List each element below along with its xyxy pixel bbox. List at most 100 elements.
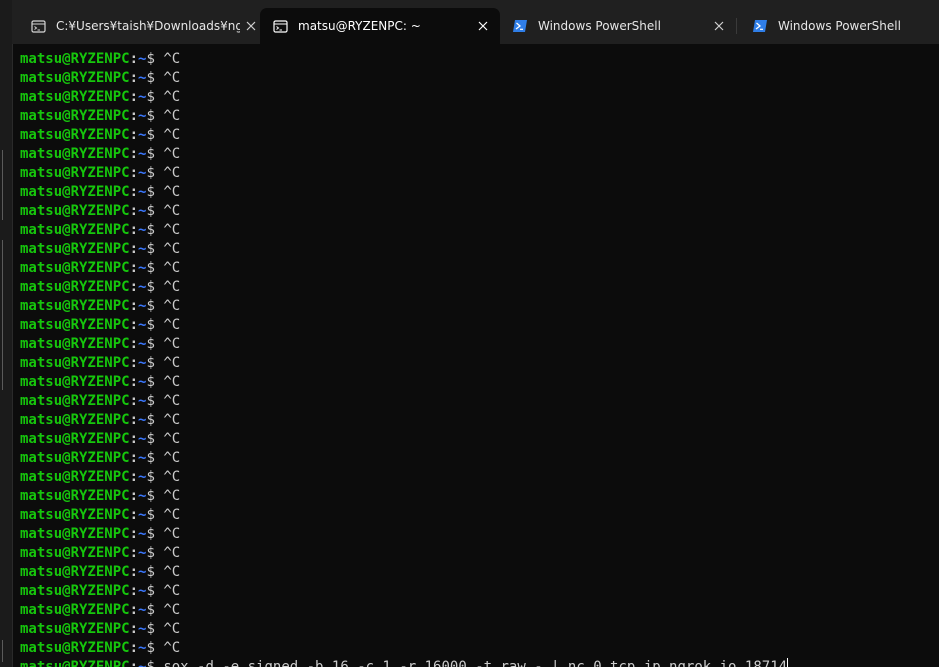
prompt-symbol: $: [146, 431, 155, 447]
prompt-user-host: matsu@RYZENPC: [20, 70, 130, 86]
prompt-symbol: $: [146, 165, 155, 181]
prompt-symbol: $: [146, 621, 155, 637]
terminal-line: matsu@RYZENPC:~$ sox -d -e signed -b 16 …: [20, 658, 935, 667]
prompt-user-host: matsu@RYZENPC: [20, 279, 130, 295]
prompt-symbol: $: [146, 374, 155, 390]
prompt-separator: :: [129, 469, 139, 485]
prompt-separator: :: [129, 317, 139, 333]
prompt-user-host: matsu@RYZENPC: [20, 507, 130, 523]
terminal-line: matsu@RYZENPC:~$ ^C: [20, 240, 935, 259]
terminal-line: matsu@RYZENPC:~$ ^C: [20, 506, 935, 525]
terminal-line: matsu@RYZENPC:~$ ^C: [20, 563, 935, 582]
prompt-separator: :: [129, 640, 139, 656]
prompt-symbol: $: [146, 469, 155, 485]
prompt-separator: :: [129, 564, 139, 580]
prompt-separator: :: [129, 336, 139, 352]
prompt-separator: :: [129, 127, 139, 143]
command-output: ^C: [163, 146, 181, 162]
close-icon[interactable]: [472, 15, 494, 37]
prompt-user-host: matsu@RYZENPC: [20, 89, 130, 105]
command-output: ^C: [163, 108, 181, 124]
prompt-separator: :: [129, 431, 139, 447]
terminal-line: matsu@RYZENPC:~$ ^C: [20, 69, 935, 88]
prompt-symbol: $: [146, 127, 155, 143]
prompt-symbol: $: [146, 450, 155, 466]
prompt-separator: :: [129, 51, 139, 67]
prompt-symbol: $: [146, 336, 155, 352]
terminal-line: matsu@RYZENPC:~$ ^C: [20, 164, 935, 183]
terminal-line: matsu@RYZENPC:~$ ^C: [20, 544, 935, 563]
prompt-user-host: matsu@RYZENPC: [20, 108, 130, 124]
terminal-line: matsu@RYZENPC:~$ ^C: [20, 278, 935, 297]
tab-wsl-ryzenpc[interactable]: matsu@RYZENPC: ~: [260, 8, 500, 44]
terminal-output[interactable]: matsu@RYZENPC:~$ ^C matsu@RYZENPC:~$ ^C ma…: [20, 50, 935, 667]
terminal-line: matsu@RYZENPC:~$ ^C: [20, 430, 935, 449]
prompt-separator: :: [129, 279, 139, 295]
prompt-user-host: matsu@RYZENPC: [20, 184, 130, 200]
command-output: ^C: [163, 317, 181, 333]
prompt-user-host: matsu@RYZENPC: [20, 450, 130, 466]
tab-powershell-1[interactable]: Windows PowerShell: [500, 8, 736, 44]
prompt-separator: :: [129, 583, 139, 599]
prompt-user-host: matsu@RYZENPC: [20, 640, 130, 656]
tab-ngrok-cmd[interactable]: C:¥Users¥taish¥Downloads¥ngrok: [18, 8, 268, 44]
prompt-user-host: matsu@RYZENPC: [20, 583, 130, 599]
prompt-separator: :: [129, 659, 139, 667]
prompt-user-host: matsu@RYZENPC: [20, 336, 130, 352]
command-output: ^C: [163, 412, 181, 428]
prompt-user-host: matsu@RYZENPC: [20, 526, 130, 542]
terminal-line: matsu@RYZENPC:~$ ^C: [20, 145, 935, 164]
prompt-separator: :: [129, 545, 139, 561]
command-output: ^C: [163, 89, 181, 105]
command-output: ^C: [163, 165, 181, 181]
command-output: ^C: [163, 336, 181, 352]
prompt-user-host: matsu@RYZENPC: [20, 488, 130, 504]
tab-separator: [736, 18, 737, 34]
terminal-line: matsu@RYZENPC:~$ ^C: [20, 183, 935, 202]
terminal-line: matsu@RYZENPC:~$ ^C: [20, 50, 935, 69]
terminal-line: matsu@RYZENPC:~$ ^C: [20, 354, 935, 373]
prompt-user-host: matsu@RYZENPC: [20, 165, 130, 181]
prompt-separator: :: [129, 203, 139, 219]
command-output: ^C: [163, 279, 181, 295]
terminal-line: matsu@RYZENPC:~$ ^C: [20, 620, 935, 639]
prompt-symbol: $: [146, 602, 155, 618]
command-output: ^C: [163, 450, 181, 466]
prompt-symbol: $: [146, 203, 155, 219]
command-output: ^C: [163, 488, 181, 504]
prompt-symbol: $: [146, 108, 155, 124]
prompt-symbol: $: [146, 70, 155, 86]
prompt-separator: :: [129, 184, 139, 200]
tab-powershell-2[interactable]: Windows PowerShell: [740, 8, 939, 44]
prompt-symbol: $: [146, 545, 155, 561]
prompt-separator: :: [129, 602, 139, 618]
prompt-separator: :: [129, 507, 139, 523]
prompt-user-host: matsu@RYZENPC: [20, 412, 130, 428]
prompt-symbol: $: [146, 51, 155, 67]
command-output: ^C: [163, 564, 181, 580]
terminal-line: matsu@RYZENPC:~$ ^C: [20, 449, 935, 468]
command-output: ^C: [163, 526, 181, 542]
prompt-user-host: matsu@RYZENPC: [20, 564, 130, 580]
prompt-separator: :: [129, 89, 139, 105]
close-icon[interactable]: [708, 15, 730, 37]
terminal-line: matsu@RYZENPC:~$ ^C: [20, 487, 935, 506]
prompt-separator: :: [129, 70, 139, 86]
command-output: ^C: [163, 545, 181, 561]
terminal-window: C:¥Users¥taish¥Downloads¥ngrok matsu@RYZ…: [0, 0, 939, 667]
command-output: ^C: [163, 507, 181, 523]
current-command: sox -d -e signed -b 16 -c 1 -r 16000 -t …: [163, 659, 788, 667]
prompt-user-host: matsu@RYZENPC: [20, 659, 130, 667]
prompt-user-host: matsu@RYZENPC: [20, 602, 130, 618]
prompt-user-host: matsu@RYZENPC: [20, 431, 130, 447]
command-output: ^C: [163, 583, 181, 599]
terminal-line: matsu@RYZENPC:~$ ^C: [20, 221, 935, 240]
prompt-user-host: matsu@RYZENPC: [20, 127, 130, 143]
console-icon: [272, 18, 288, 34]
prompt-symbol: $: [146, 412, 155, 428]
command-output: ^C: [163, 203, 181, 219]
prompt-symbol: $: [146, 564, 155, 580]
prompt-user-host: matsu@RYZENPC: [20, 374, 130, 390]
close-icon[interactable]: [240, 15, 262, 37]
prompt-symbol: $: [146, 393, 155, 409]
